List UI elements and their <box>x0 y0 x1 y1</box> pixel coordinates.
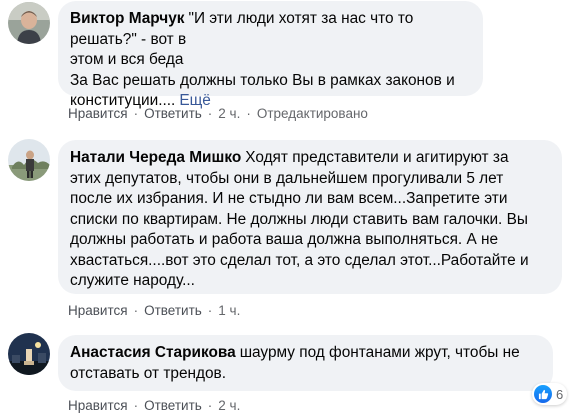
avatar[interactable] <box>8 2 50 44</box>
comment-text-line: хвастаться....вот это сделал тот, а это … <box>70 251 529 269</box>
comment-actions: Нравится · Ответить · 2 ч. <box>68 398 240 413</box>
reaction-count-badge[interactable]: 6 <box>532 383 568 405</box>
comment-bubble: Анастасия Старикова шаурму под фонтанами … <box>58 335 553 391</box>
comment-actions: Нравится · Ответить · 2 ч. · Отредактировано <box>68 106 368 121</box>
comment-author[interactable]: Виктор Марчук <box>70 10 184 27</box>
separator-dot: · <box>207 303 213 318</box>
like-link[interactable]: Нравится <box>68 106 128 121</box>
comment-text-line: после их избрания. И не стыдно ли вам вс… <box>70 190 508 207</box>
separator-dot: · <box>133 303 139 318</box>
like-icon <box>534 385 552 403</box>
reaction-count: 6 <box>556 386 564 402</box>
comment-bubble: Виктор Марчук "И эти люди хотят за нас чт… <box>58 1 483 109</box>
comment-text-line: За Вас решать должны только Вы в рамках … <box>70 71 455 89</box>
like-link[interactable]: Нравится <box>68 398 128 413</box>
comment-author[interactable]: Натали Череда Мишко <box>70 149 241 166</box>
comment-text-line: этих депутатов, чтобы они в дальнейшем п… <box>70 169 504 187</box>
separator-dot: · <box>133 106 139 121</box>
separator-dot: · <box>207 106 213 121</box>
comment-bubble: Натали Череда Мишко Ходят представители и… <box>58 140 562 294</box>
like-link[interactable]: Нравится <box>68 303 128 318</box>
comment-text-line: этом и вся беда <box>70 51 184 68</box>
comment-actions: Нравится · Ответить · 1 ч. <box>68 303 240 318</box>
edited-label[interactable]: Отредактировано <box>257 106 368 121</box>
reply-link[interactable]: Ответить <box>144 106 202 121</box>
comment-text-line: шаурму под фонтанами жрут, чтобы не <box>239 344 520 361</box>
comment-time[interactable]: 2 ч. <box>218 398 240 413</box>
comment-time[interactable]: 1 ч. <box>218 303 240 318</box>
separator-dot: · <box>133 398 139 413</box>
comment-text-line: списки по квартирам. Не должны люди став… <box>70 210 528 228</box>
avatar[interactable] <box>8 139 50 181</box>
reply-link[interactable]: Ответить <box>144 398 202 413</box>
separator-dot: · <box>207 398 213 413</box>
avatar[interactable] <box>8 333 50 375</box>
comment-text-line: должны работать и работа ваша должна вып… <box>70 231 499 248</box>
comment-time[interactable]: 2 ч. <box>218 106 240 121</box>
comment-text-line: Ходят представители и агитируют за <box>245 149 509 166</box>
comment-author[interactable]: Анастасия Старикова <box>70 344 236 361</box>
comment-text-line: служите народу... <box>70 272 195 289</box>
comment-text-line: отставать от трендов. <box>70 364 227 382</box>
separator-dot: · <box>246 106 251 121</box>
reply-link[interactable]: Ответить <box>144 303 202 318</box>
